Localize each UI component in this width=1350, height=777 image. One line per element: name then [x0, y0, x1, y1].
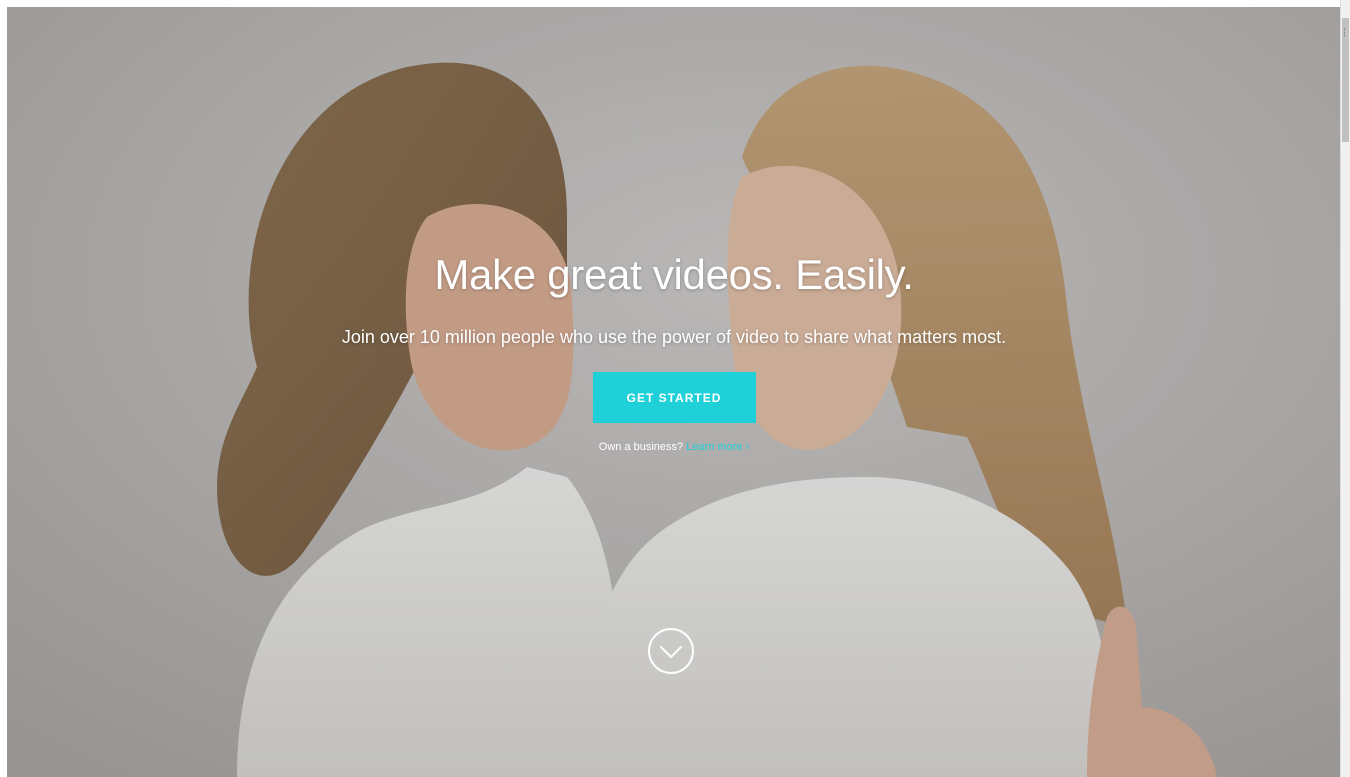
landing-page: Make great videos. Easily. Join over 10 …	[0, 0, 1350, 777]
grip-icon	[1344, 28, 1348, 37]
scroll-down-button[interactable]	[646, 626, 696, 676]
hero-subtitle: Join over 10 million people who use the …	[341, 327, 1007, 347]
business-prompt: Own a business?	[598, 441, 684, 453]
hero-title: Make great videos. Easily.	[434, 251, 914, 298]
get-started-button[interactable]: GET STARTED	[592, 372, 756, 423]
hero-section: Make great videos. Easily. Join over 10 …	[7, 7, 1341, 777]
page-scrollbar[interactable]	[1340, 0, 1350, 777]
learn-more-link[interactable]: Learn more ›	[686, 441, 749, 453]
chevron-down-circle-icon	[648, 628, 694, 674]
hero-content: Make great videos. Easily. Join over 10 …	[7, 247, 1341, 454]
business-line: Own a business? Learn more ›	[7, 440, 1341, 454]
